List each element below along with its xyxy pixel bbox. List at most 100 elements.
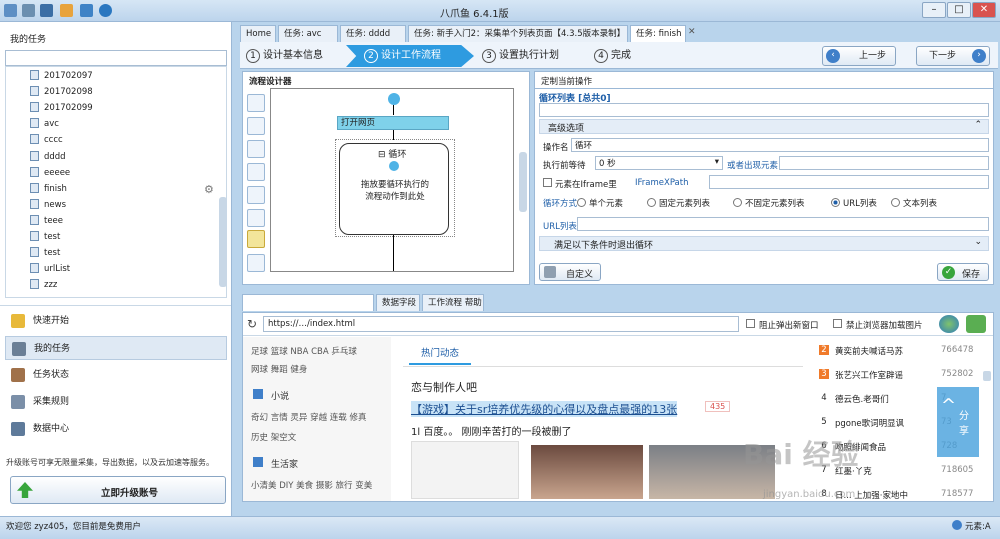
back-to-top-button[interactable]: ^ 分享 [937, 387, 979, 457]
add-step-icon[interactable] [247, 94, 265, 112]
block-images-checkbox[interactable] [833, 319, 842, 328]
loop-mode-radio[interactable]: URL列表 [831, 197, 877, 209]
post-image[interactable] [411, 441, 519, 499]
headline[interactable]: 恋与制作人吧 [411, 379, 477, 395]
close-button[interactable]: ✕ [972, 2, 996, 18]
task-tree-item[interactable]: test [30, 229, 60, 245]
open-page-tool-icon[interactable] [247, 140, 265, 158]
save-icon[interactable] [40, 4, 53, 17]
input-tool-icon[interactable] [247, 209, 265, 227]
tree-scrollbar[interactable] [219, 197, 227, 287]
novel-title[interactable]: 小说 [271, 389, 289, 402]
minimize-button[interactable]: – [922, 2, 946, 18]
sports-cats-2[interactable]: 网球 舞蹈 健身 [251, 363, 307, 375]
close-tab-icon[interactable]: ✕ [688, 27, 700, 39]
task-tree-item[interactable]: news [30, 197, 66, 213]
loop-mode-radio[interactable]: 单个元素 [577, 197, 623, 209]
open-page-node[interactable]: 打开网页 [337, 116, 449, 130]
loop-mode-radio[interactable]: 文本列表 [891, 197, 937, 209]
divider [535, 88, 993, 89]
tab-home[interactable]: Home [240, 25, 276, 42]
url-list-input[interactable] [577, 217, 989, 231]
loop-mode-radio[interactable]: 固定元素列表 [647, 197, 710, 209]
nav-data-center[interactable]: 数据中心 [5, 417, 227, 441]
flow-canvas[interactable]: 打开网页 ⊟ 循环 拖放要循环执行的流程动作到此处 [270, 88, 514, 272]
maximize-button[interactable]: □ [947, 2, 971, 18]
life-title[interactable]: 生活家 [271, 457, 298, 470]
task-tree-item[interactable]: finish [30, 181, 67, 197]
globe-icon[interactable] [939, 315, 959, 333]
step-finish[interactable]: 4 完成 [594, 46, 631, 66]
list-scrollbar[interactable] [983, 371, 991, 381]
step-schedule[interactable]: 3 设置执行计划 [482, 46, 559, 66]
tab-workflow-help[interactable]: 工作流程 帮助 [422, 294, 484, 311]
tab-avc[interactable]: 任务: avc [278, 25, 338, 42]
sync-icon[interactable] [966, 315, 986, 333]
tab-dddd[interactable]: 任务: dddd [340, 25, 406, 42]
life-cats[interactable]: 小清美 DIY 美食 摄影 旅行 变美 [251, 479, 372, 491]
next-button[interactable]: › 下一步 [916, 46, 990, 66]
iframe-checkbox[interactable] [543, 178, 552, 187]
task-tree-item[interactable]: eeeee [30, 165, 70, 181]
block-popup-checkbox[interactable] [746, 319, 755, 328]
download-icon[interactable] [80, 4, 93, 17]
url-input[interactable]: https://…/index.html [263, 316, 739, 332]
tab-browser[interactable] [242, 294, 374, 311]
task-tree-item[interactable]: zzz [30, 277, 57, 293]
nav-my-tasks[interactable]: 我的任务 [5, 336, 227, 360]
tab-data-fields[interactable]: 数据字段 [376, 294, 420, 311]
prev-button[interactable]: ‹ 上一步 [822, 46, 896, 66]
tab-hot[interactable]: 热门动态 [409, 343, 471, 365]
hot-title[interactable]: 德云色.老哥们 [835, 393, 889, 405]
designer-scrollbar[interactable] [519, 152, 527, 212]
task-tree-item[interactable]: teee [30, 213, 63, 229]
task-tree-item[interactable]: 201702098 [30, 84, 93, 100]
custom-button[interactable]: 自定义 [539, 263, 601, 281]
step-basic-info[interactable]: 1 设计基本信息 [246, 46, 323, 66]
novel-cats-2[interactable]: 历史 架空文 [251, 431, 296, 443]
task-search-input[interactable] [5, 50, 227, 66]
hot-title[interactable]: 张艺兴工作室辟谣 [835, 369, 903, 381]
appear-element-input[interactable] [779, 156, 989, 170]
novel-cats[interactable]: 奇幻 言情 灵异 穿越 连载 修真 [251, 411, 367, 423]
task-tree-item[interactable]: dddd [30, 149, 66, 165]
gear-icon[interactable]: ⚙ [204, 183, 214, 196]
extract-tool-icon[interactable] [247, 163, 265, 181]
refresh-icon[interactable]: ↻ [247, 317, 257, 331]
task-tree-item[interactable]: 201702099 [30, 100, 93, 116]
help-icon[interactable] [99, 4, 112, 17]
wait-select[interactable]: 0 秒 ▾ [595, 156, 723, 170]
task-tree-item[interactable]: test [30, 245, 60, 261]
tab-tutorial[interactable]: 任务: 新手入门2：采集单个列表页面【4.3.5版本录制】 [408, 25, 628, 42]
loop-node[interactable]: ⊟ 循环 拖放要循环执行的流程动作到此处 [339, 143, 449, 235]
task-tree-item[interactable]: avc [30, 116, 59, 132]
task-tree-item[interactable]: 201702097 [30, 68, 93, 84]
hot-title[interactable]: pgone歌词明显讽 [835, 417, 904, 429]
exit-condition[interactable]: 满足以下条件时退出循环 ⌄ [539, 236, 989, 251]
nav-task-status[interactable]: 任务状态 [5, 363, 227, 387]
loop-tool-icon[interactable] [247, 230, 265, 248]
upgrade-button[interactable]: 立即升级账号 [10, 476, 226, 504]
op-name-input[interactable]: 循环 [571, 138, 989, 152]
task-tree-item[interactable]: urlList [30, 261, 70, 277]
captcha-tool-icon[interactable] [247, 186, 265, 204]
tab-finish[interactable]: 任务: finish [630, 25, 686, 42]
loop-mode-radio[interactable]: 不固定元素列表 [733, 197, 805, 209]
post-image[interactable] [531, 445, 643, 499]
post-link[interactable]: 【游戏】关于sr培养优先级的心得以及盘点最强的13张 [411, 401, 678, 417]
condition-tool-icon[interactable] [247, 254, 265, 272]
loop-list-box[interactable] [539, 103, 989, 117]
cursor-icon[interactable] [247, 117, 265, 135]
task-tree-item[interactable]: cccc [30, 132, 63, 148]
iframe-xpath-input[interactable] [709, 175, 989, 189]
step-workflow[interactable]: 2 设计工作流程 [364, 46, 441, 66]
nav-quick-start[interactable]: 快速开始 [5, 309, 227, 333]
props-title: 定制当前操作 [541, 77, 593, 87]
nav-collect-rules[interactable]: 采集规则 [5, 390, 227, 414]
sports-cats[interactable]: 足球 篮球 NBA CBA 乒乓球 [251, 345, 357, 357]
save-button[interactable]: ✓ 保存 [937, 263, 989, 281]
edit-icon[interactable] [60, 4, 73, 17]
hot-title[interactable]: 黄奕前夫喊话马苏 [835, 345, 903, 357]
user-icon[interactable] [22, 4, 35, 17]
advanced-options[interactable]: 高级选项 ⌃ [539, 119, 989, 134]
